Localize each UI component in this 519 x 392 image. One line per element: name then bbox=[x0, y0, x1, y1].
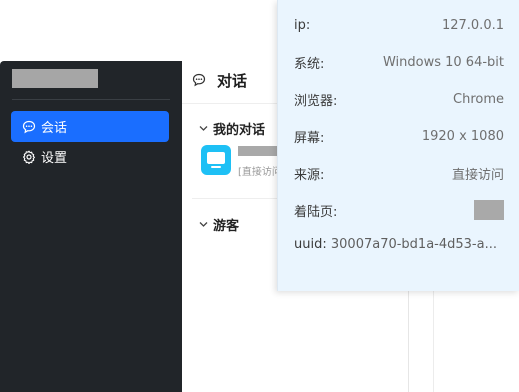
info-label: 系统: bbox=[294, 56, 325, 72]
sidebar-item-label: 设置 bbox=[41, 151, 68, 166]
info-value: Windows 10 64-bit bbox=[382, 54, 504, 70]
info-value: Chrome bbox=[453, 91, 504, 107]
group-visitors[interactable]: 游客 bbox=[198, 215, 239, 234]
info-label: 来源: bbox=[294, 167, 325, 183]
sidebar: 会话 设置 bbox=[0, 61, 182, 392]
chat-bubble-icon bbox=[22, 120, 36, 134]
info-row-ip: ip: 127.0.0.1 bbox=[294, 15, 504, 35]
info-row-os: 系统: Windows 10 64-bit bbox=[294, 52, 504, 72]
conversation-name-placeholder bbox=[238, 146, 280, 156]
info-value: 直接访问 bbox=[451, 167, 504, 183]
info-row-browser: 浏览器: Chrome bbox=[294, 89, 504, 109]
visitor-info-popover: ip: 127.0.0.1 系统: Windows 10 64-bit 浏览器:… bbox=[277, 0, 519, 291]
group-label: 游客 bbox=[213, 219, 240, 234]
info-row-screen: 屏幕: 1920 x 1080 bbox=[294, 126, 504, 146]
info-row-uuid: uuid: 30007a70-bd1a-4d53-a... bbox=[294, 237, 506, 257]
chevron-down-icon bbox=[199, 126, 208, 131]
info-label: 浏览器: bbox=[294, 93, 338, 109]
app-window: 会话 设置 对话 我的对话 [直接访问 游客 ip: 127.0.0.1 系统:… bbox=[0, 0, 519, 392]
info-value: 30007a70-bd1a-4d53-a... bbox=[330, 237, 497, 252]
info-label: uuid: bbox=[294, 237, 327, 252]
info-label: 着陆页: bbox=[294, 204, 338, 220]
brand-logo-placeholder bbox=[12, 69, 98, 88]
info-label: ip: bbox=[294, 17, 311, 33]
chevron-down-icon bbox=[199, 222, 208, 227]
info-row-source: 来源: 直接访问 bbox=[294, 163, 504, 183]
sidebar-item-settings[interactable]: 设置 bbox=[11, 141, 169, 172]
chat-bubble-icon bbox=[192, 72, 206, 87]
desktop-icon bbox=[201, 145, 231, 175]
info-value: 1920 x 1080 bbox=[421, 128, 504, 144]
sidebar-item-conversations[interactable]: 会话 bbox=[11, 111, 169, 142]
conversation-snippet: [直接访问 bbox=[238, 167, 282, 178]
group-label: 我的对话 bbox=[213, 123, 266, 138]
group-my-conversations[interactable]: 我的对话 bbox=[198, 119, 265, 138]
gear-icon bbox=[22, 150, 36, 164]
landing-page-placeholder bbox=[474, 200, 504, 220]
info-row-landing-page: 着陆页: bbox=[294, 200, 504, 220]
sidebar-divider bbox=[12, 99, 170, 100]
info-label: 屏幕: bbox=[294, 130, 325, 146]
info-value: 127.0.0.1 bbox=[441, 17, 504, 33]
conversation-title: 对话 bbox=[217, 72, 248, 90]
column-divider bbox=[433, 290, 434, 392]
sidebar-item-label: 会话 bbox=[41, 121, 68, 136]
